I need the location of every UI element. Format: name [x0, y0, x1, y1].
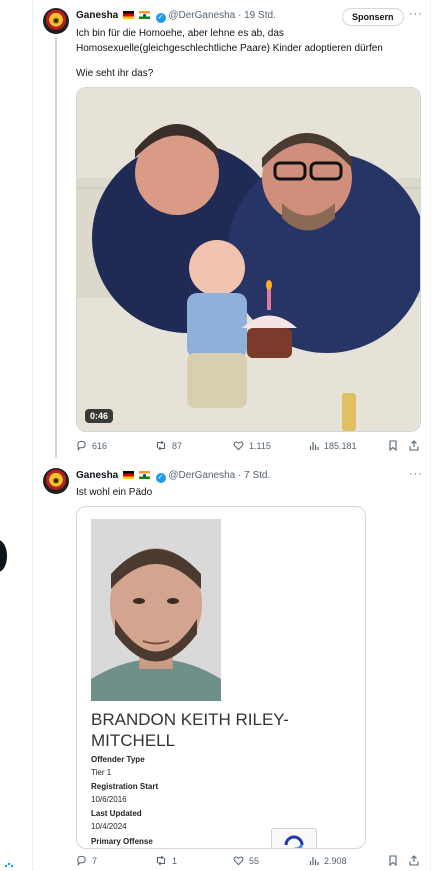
tweet-text-line: Ich bin für die Homoehe, aber lehne es a… — [76, 28, 284, 39]
like-button[interactable]: 55 — [233, 855, 259, 866]
link-card[interactable]: BRANDON KEITH RILEY- MITCHELL Offender T… — [76, 506, 366, 849]
reply-icon — [77, 855, 86, 866]
views-button[interactable]: 185.181 — [309, 440, 357, 451]
tweet-header: Ganesha ✓ @DerGanesha · 19 Std. — [76, 10, 276, 23]
like-count: 1.115 — [249, 440, 271, 451]
reply-count: 7 — [92, 855, 98, 866]
tweet-text: Ist wohl ein Pädo — [76, 487, 153, 498]
share-icon — [409, 440, 419, 451]
avatar-emblem-icon: ✹ — [52, 16, 60, 26]
avatar-emblem-icon: ✹ — [52, 476, 60, 486]
views-icon — [309, 442, 319, 450]
side-navigation-button[interactable] — [0, 540, 7, 572]
more-dots-icon[interactable] — [4, 858, 14, 868]
verified-icon: ✓ — [155, 13, 166, 23]
reply-button[interactable]: 7 — [76, 855, 97, 866]
tweet-header: Ganesha ✓ @DerGanesha · 7 Std. — [76, 470, 270, 483]
tweet-text-line: Homosexuelle(gleichgeschlechtliche Paare… — [76, 43, 383, 54]
field-value-last-updated: 10/4/2024 — [91, 822, 127, 831]
tweet-time[interactable]: · 7 Std. — [238, 470, 270, 481]
thread-line — [55, 38, 57, 458]
bookmark-button[interactable] — [388, 855, 398, 866]
view-count: 185.181 — [324, 440, 357, 451]
like-button[interactable]: 1.115 — [233, 440, 271, 451]
share-button[interactable] — [409, 440, 419, 451]
author-name[interactable]: Ganesha — [76, 10, 118, 21]
offender-name-line: MITCHELL — [91, 731, 176, 750]
field-value-registration-start: 10/6/2016 — [91, 795, 127, 804]
author-avatar[interactable]: ✹ — [43, 8, 69, 34]
tweet-1[interactable]: ✹ Ganesha ✓ @DerGanesha · 19 Std. Sponse… — [33, 0, 430, 458]
reply-button[interactable]: 616 — [76, 440, 107, 451]
tweet-time[interactable]: · 19 Std. — [238, 10, 276, 21]
timeline-right-border — [430, 0, 431, 871]
field-label-last-updated: Last Updated — [91, 809, 142, 818]
like-icon — [233, 856, 244, 866]
offender-name-line: BRANDON KEITH RILEY- — [91, 710, 289, 729]
tweet-video[interactable]: 0:46 — [76, 87, 421, 432]
views-icon — [309, 857, 319, 865]
reply-count: 616 — [92, 440, 108, 451]
repost-button[interactable]: 1 — [155, 855, 177, 866]
india-flag-icon — [138, 11, 150, 19]
share-button[interactable] — [409, 855, 419, 866]
video-duration: 0:46 — [85, 409, 114, 423]
repost-count: 1 — [172, 855, 178, 866]
author-avatar[interactable]: ✹ — [43, 468, 69, 494]
field-label-primary-offense: Primary Offense — [91, 837, 153, 846]
repost-icon — [156, 855, 166, 866]
tweet-text-line: Wie seht ihr das? — [76, 68, 154, 79]
tweet-actions: 616 87 1.115 185.181 — [76, 440, 421, 454]
bookmark-button[interactable] — [388, 440, 398, 451]
field-label-offender-type: Offender Type — [91, 755, 145, 764]
like-icon — [233, 441, 244, 451]
field-value-offender-type: Tier 1 — [91, 768, 112, 777]
tweet-2[interactable]: ✹ Ganesha ✓ @DerGanesha · 7 Std. ··· Ist… — [33, 458, 430, 871]
germany-flag-icon — [123, 471, 135, 479]
more-options-button[interactable]: ··· — [409, 8, 423, 20]
india-flag-icon — [138, 471, 150, 479]
bookmark-icon — [389, 855, 397, 866]
author-handle[interactable]: @DerGanesha — [168, 10, 235, 21]
views-button[interactable]: 2.908 — [309, 855, 347, 866]
sponsor-button[interactable]: Sponsern — [342, 8, 404, 26]
repost-button[interactable]: 87 — [155, 440, 182, 451]
mugshot-image — [91, 519, 221, 701]
repost-count: 87 — [172, 440, 183, 451]
germany-flag-icon — [123, 11, 135, 19]
offender-name: BRANDON KEITH RILEY- MITCHELL — [91, 709, 341, 751]
view-count: 2.908 — [324, 855, 347, 866]
author-name[interactable]: Ganesha — [76, 470, 118, 481]
verified-icon: ✓ — [155, 473, 166, 483]
repost-icon — [156, 440, 166, 451]
author-handle[interactable]: @DerGanesha — [168, 470, 235, 481]
reply-icon — [77, 440, 86, 451]
field-label-registration-start: Registration Start — [91, 782, 159, 791]
tweet-text: Ich bin für die Homoehe, aber lehne es a… — [76, 26, 416, 81]
share-icon — [409, 855, 419, 866]
more-options-button[interactable]: ··· — [409, 468, 423, 480]
bookmark-icon — [389, 440, 397, 451]
recaptcha-icon — [284, 835, 304, 848]
video-frame-image — [77, 88, 420, 431]
like-count: 55 — [249, 855, 260, 866]
tweet-actions: 7 1 55 2.908 — [76, 855, 421, 869]
recaptcha-badge[interactable] — [271, 828, 317, 848]
